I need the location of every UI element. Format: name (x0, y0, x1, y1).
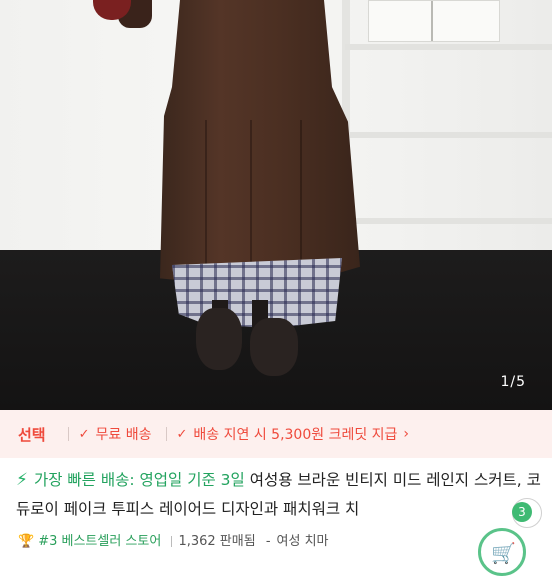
photo-shelf (345, 44, 552, 50)
cart-count-badge: 3 (512, 502, 532, 522)
divider (165, 427, 167, 441)
cart-icon: 🛒 (491, 541, 516, 565)
photo-pleat (300, 120, 302, 280)
delay-credit-link[interactable]: 배송 지연 시 5,300원 크레딧 지급 (193, 424, 397, 444)
select-option-button[interactable]: 선택 (18, 424, 46, 445)
check-icon: ✓ (176, 426, 188, 442)
photo-shelf (345, 218, 552, 224)
product-title-block: ⚡ 가장 빠른 배송: 영업일 기준 3일 여성용 브라운 빈티지 미드 레인지 … (16, 466, 544, 524)
photo-box (368, 0, 500, 42)
photo-pleat (250, 120, 252, 280)
photo-shoe-left (196, 308, 242, 370)
trophy-icon: 🏆 (18, 534, 35, 549)
product-image[interactable]: 1/5 (0, 0, 552, 410)
category-label[interactable]: 여성 치마 (277, 534, 329, 549)
option-bar: 선택 ✓ 무료 배송 ✓ 배송 지연 시 5,300원 크레딧 지급 › (0, 410, 552, 458)
sold-count: 1,362 판매됨 (178, 534, 256, 549)
chevron-right-icon: › (403, 426, 410, 442)
image-counter: 1/5 (500, 374, 526, 390)
product-meta: 🏆 #3 베스트셀러 스토어 1,362 판매됨 - 여성 치마 (18, 530, 329, 549)
separator: - (265, 534, 271, 549)
fast-delivery-label: 가장 빠른 배송: 영업일 기준 3일 (33, 471, 245, 489)
photo-pleat (205, 120, 207, 280)
photo-shelf (345, 132, 552, 138)
cart-button[interactable]: 🛒 (478, 528, 526, 576)
divider (171, 536, 173, 547)
check-icon: ✓ (78, 426, 90, 442)
bestseller-rank[interactable]: #3 베스트셀러 스토어 (38, 534, 161, 549)
free-shipping-label: 무료 배송 (95, 427, 152, 443)
divider (67, 427, 69, 441)
photo-shoe-right (250, 318, 298, 376)
lightning-icon: ⚡ (16, 470, 28, 490)
